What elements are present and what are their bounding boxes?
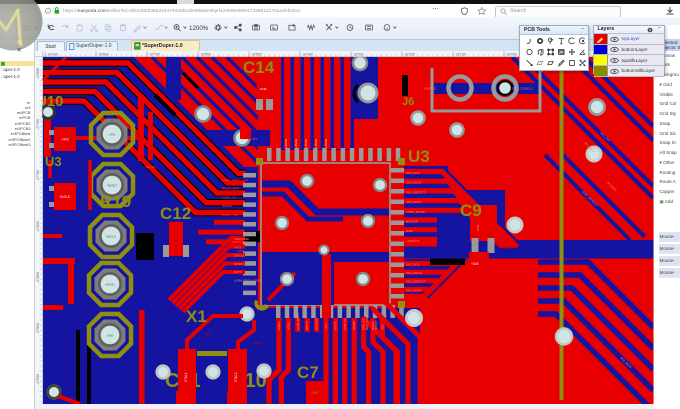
svg-text:-37700: -37700 [149,53,160,57]
svg-text:J6: J6 [402,96,414,108]
svg-text:SD2_DETECT: SD2_DETECT [406,280,426,284]
svg-text:GND: GND [311,391,319,395]
svg-text:+3V3: +3V3 [324,323,328,330]
svg-text:BUZZER: BUZZER [406,220,419,224]
svg-text:!RESET: !RESET [145,165,156,169]
svg-text:BUTT6: BUTT6 [333,321,337,330]
svg-text:XTAL2: XTAL2 [286,321,290,330]
svg-text:C14: C14 [243,58,275,77]
svg-text:+3V3A: +3V3A [324,139,328,148]
svg-text:SD2_SCK: SD2_SCK [406,263,420,267]
svg-text:GND: GND [260,87,268,91]
svg-text:SnCLK: SnCLK [60,195,71,199]
svg-text:SD0_SCK: SD0_SCK [406,171,420,175]
svg-text:-37300: -37300 [353,53,364,57]
svg-text:SWDIO: SWDIO [234,262,245,266]
svg-text:-37800: -37800 [98,53,109,57]
svg-text:RADIO_IRQ: RADIO_IRQ [222,213,239,217]
svg-text:SD0_MOSI: SD0_MOSI [406,181,421,185]
svg-text:+3v3: +3v3 [471,262,479,266]
svg-text:GND1_2: GND1_2 [424,87,436,91]
svg-text:R19: R19 [100,192,131,211]
svg-text:+3V3: +3V3 [61,138,69,142]
svg-text:LORA_DIO1_NDF2: LORA_DIO1_NDF2 [234,279,261,283]
svg-text:XTAL2: XTAL2 [253,341,262,345]
svg-text:SCK: SCK [380,324,384,330]
svg-text:SWCLK: SWCLK [234,254,245,258]
svg-text:M3S21: M3S21 [371,321,375,330]
svg-text:-37000: -37000 [506,53,517,57]
svg-text:✕: ✕ [17,47,22,53]
svg-text:-27700: -27700 [36,119,40,130]
svg-text:-27650: -27650 [36,68,40,79]
svg-text:BUTT1: BUTT1 [305,321,309,330]
svg-text:X1: X1 [186,307,207,326]
svg-text:+3V0/3V3: +3V0/3V3 [406,239,420,243]
svg-text:C9: C9 [460,201,482,220]
svg-text:-37600: -37600 [200,53,211,57]
svg-text:+3V3: +3V3 [237,249,244,253]
svg-text:XTAL1: XTAL1 [277,321,281,330]
svg-text:-27950: -27950 [36,374,40,385]
svg-text:BATT: BATT [234,270,242,274]
svg-text:+3V3A: +3V3A [314,139,318,148]
svg-text:+3V3: +3V3 [258,123,265,127]
svg-text:!RESET: !RESET [107,183,117,187]
svg-text:+3V3A: +3V3A [284,139,288,148]
svg-text:SD2_MISO: SD2_MISO [406,288,422,292]
svg-text:RADIO_RST: RADIO_RST [222,187,239,191]
svg-text:-37400: -37400 [302,53,313,57]
svg-text:C8/9: C8/9 [476,224,480,231]
svg-text:XTAL2: XTAL2 [234,372,238,382]
svg-text:-27900: -27900 [36,323,40,334]
svg-text:-37100: -37100 [455,53,466,57]
svg-text:1200%: 1200% [189,25,209,32]
svg-text:LOW_CS: LOW_CS [343,318,347,330]
svg-text:GND: GND [171,226,179,230]
svg-text:LORA_CS: LORA_CS [222,195,236,199]
svg-text:-27800: -27800 [36,221,40,232]
svg-text:SWDIO: SWDIO [105,282,115,286]
svg-text:-27750: -27750 [36,170,40,181]
svg-text:i: i [47,8,48,13]
svg-text:C12: C12 [160,204,191,223]
svg-text:GROUND: GROUND [315,318,319,330]
svg-text:GND: GND [406,229,414,233]
svg-text:SD0_MISO: SD0_MISO [406,200,422,204]
svg-text:M2V88: M2V88 [352,321,356,330]
svg-text:3V3: 3V3 [252,137,257,141]
svg-text:U3: U3 [45,154,62,169]
svg-text:-37500: -37500 [251,53,262,57]
svg-text:!RESET: !RESET [222,204,233,208]
svg-text:+3V3A: +3V3A [294,139,298,148]
svg-text:SD2_MOLE: SD2_MOLE [406,271,422,275]
svg-text:-27850: -27850 [36,272,40,283]
svg-text:WIFI_CS: WIFI_CS [362,319,366,330]
svg-text:+3V3A: +3V3A [304,139,308,148]
svg-text:XTAL1: XTAL1 [184,372,188,382]
svg-text:VDDCORE: VDDCORE [232,240,247,244]
svg-text:SD1_DETECT: SD1_DETECT [406,190,426,194]
svg-text:-37200: -37200 [404,53,415,57]
svg-text:SD(1_2 SD(3_2: SD(1_2 SD(3_2 [512,87,534,91]
svg-text:U3: U3 [408,147,430,166]
svg-text:C7: C7 [297,363,319,382]
svg-text:LORA_MOD1: LORA_MOD1 [296,312,300,330]
svg-text:+3V3: +3V3 [109,132,116,136]
svg-text:GND: GND [107,333,113,337]
svg-text:LORA_DIO0E: LORA_DIO0E [406,210,425,214]
svg-text:LORA_SODO_AG1: LORA_SODO_AG1 [222,178,249,182]
svg-text:-37900: -37900 [47,53,58,57]
svg-text:SWCLK: SWCLK [106,234,116,238]
svg-text:MDF_CN: MDF_CN [365,318,369,330]
